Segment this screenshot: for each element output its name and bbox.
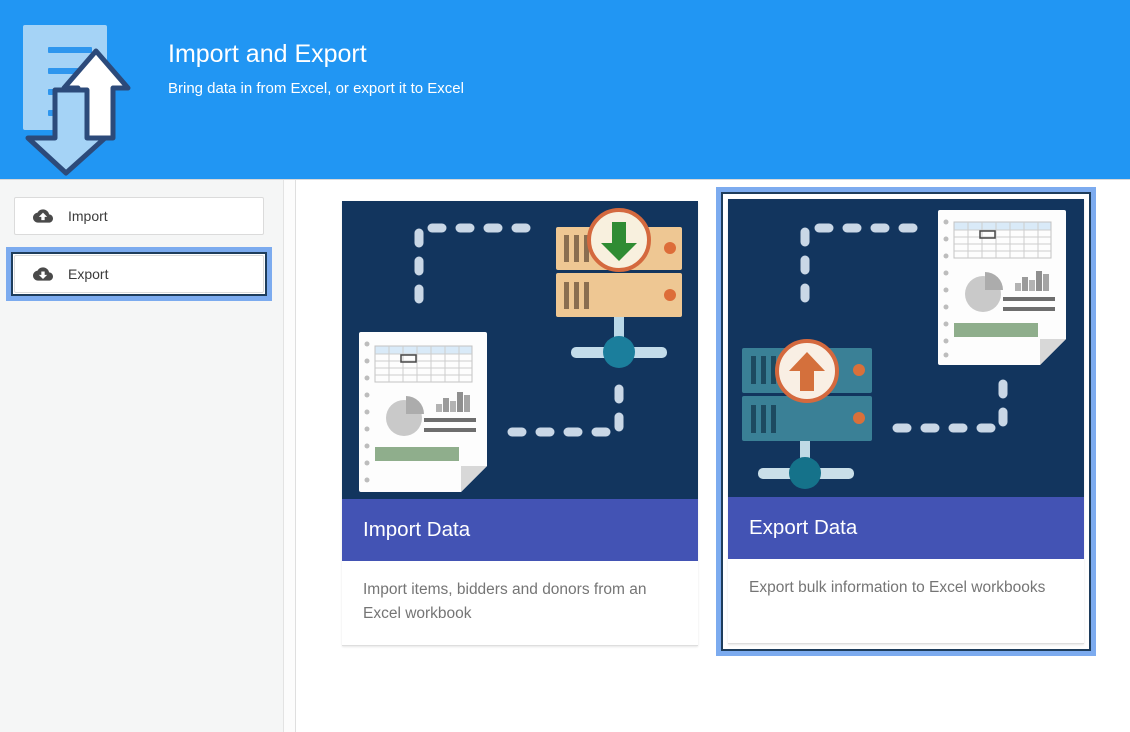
page-body: Import Export [0,180,1130,732]
sidebar: Import Export [0,180,284,732]
export-button-highlight-ring: Export [6,247,272,301]
page-subtitle: Bring data in from Excel, or export it t… [168,80,464,97]
export-data-card[interactable]: Export Data Export bulk information to E… [728,199,1084,644]
card-description: Import items, bidders and donors from an… [342,561,698,646]
card-title-bar: Export Data [728,497,1084,559]
header-text-block: Import and Export Bring data in from Exc… [168,0,464,179]
export-card-highlight-ring: Export Data Export bulk information to E… [716,187,1096,656]
card-title-bar: Import Data [342,499,698,561]
sidebar-gutter [284,180,296,732]
card-title: Import Data [363,518,470,542]
card-description: Export bulk information to Excel workboo… [728,559,1084,644]
import-export-icon [22,24,132,176]
card-title: Export Data [749,516,857,540]
sidebar-item-label: Import [68,208,108,224]
import-export-page: Import and Export Bring data in from Exc… [0,0,1130,732]
cards-row: Import Data Import items, bidders and do… [296,180,1130,656]
sidebar-item-label: Export [68,266,108,282]
main-content: Import Data Import items, bidders and do… [296,180,1130,732]
import-illustration [342,201,698,499]
page-header: Import and Export Bring data in from Exc… [0,0,1130,180]
import-data-card[interactable]: Import Data Import items, bidders and do… [342,201,698,646]
cloud-download-icon [33,264,53,284]
sidebar-item-export[interactable]: Export [14,255,264,293]
export-illustration [728,199,1084,497]
cloud-upload-icon [33,206,53,226]
sidebar-item-import[interactable]: Import [14,197,264,235]
page-title: Import and Export [168,40,464,69]
